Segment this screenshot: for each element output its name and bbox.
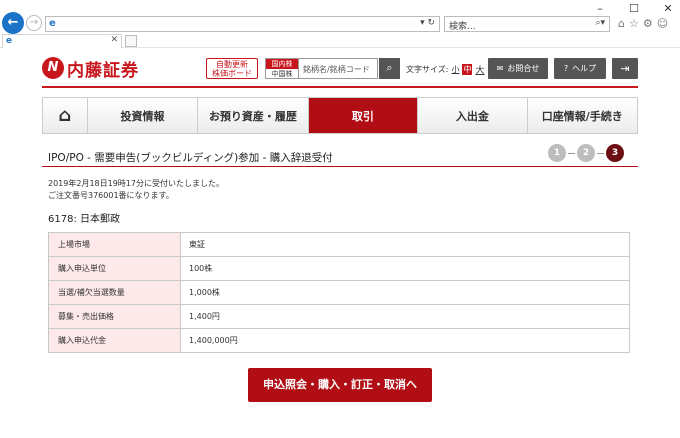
table-row: 購入申込代金 1,400,000円 — [48, 328, 630, 353]
close-tab-icon[interactable]: ✕ — [110, 35, 118, 45]
search-icon[interactable]: ⌕▾ — [595, 18, 605, 28]
browser-icons: ⌂ ☆ ⚙ ☺ — [618, 17, 668, 30]
stock-search-button[interactable]: ⌕ — [379, 58, 400, 79]
row-value: 1,000株 — [180, 280, 630, 305]
logout-icon: ⇥ — [620, 62, 630, 75]
table-row: 上場市場 東証 — [48, 232, 630, 257]
row-value: 1,400,000円 — [180, 328, 630, 353]
row-value: 東証 — [180, 232, 630, 257]
row-value: 100株 — [180, 256, 630, 281]
order-inquiry-button[interactable]: 申込照会・購入・訂正・取消へ — [248, 368, 432, 402]
row-value: 1,400円 — [180, 304, 630, 329]
step-separator — [597, 152, 604, 154]
logo-text: 内藤証券 — [67, 60, 139, 81]
order-info-table: 上場市場 東証 購入申込単位 100株 当選/補欠当選数量 1,000株 募集・… — [48, 232, 630, 353]
forward-arrow-icon[interactable]: → — [26, 15, 42, 31]
new-tab-button[interactable] — [125, 35, 137, 47]
row-label: 募集・売出価格 — [48, 304, 181, 329]
font-size-large[interactable]: 大 — [475, 63, 484, 76]
search-icon: ⌕ — [386, 61, 393, 74]
tab-row: e ✕ — [0, 34, 680, 48]
row-label: 購入申込単位 — [48, 256, 181, 281]
order-number-message: ご注文番号376001番になります。 — [48, 191, 174, 200]
font-size-small[interactable]: 小 — [451, 64, 459, 75]
logo-mark-icon: N — [42, 57, 64, 79]
acceptance-message: 2019年2月18日19時17分に受付いたしました。 — [48, 179, 224, 188]
auto-update-board-button[interactable]: 自動更新 株価ボード — [206, 58, 258, 79]
contact-button[interactable]: ✉ お問合せ — [488, 58, 548, 79]
table-row: 購入申込単位 100株 — [48, 256, 630, 281]
main-nav: ⌂ 投資情報 お預り資産・履歴 取引 入出金 口座情報/手続き — [42, 97, 638, 134]
stock-name: 6178: 日本郵政 — [48, 214, 120, 225]
maximize-icon[interactable]: ☐ — [628, 2, 640, 15]
stock-search-input[interactable]: 銘柄名/銘柄コード — [299, 58, 378, 79]
table-row: 当選/補欠当選数量 1,000株 — [48, 280, 630, 305]
nav-assets-history[interactable]: お預り資産・履歴 — [198, 98, 309, 133]
logout-button[interactable]: ⇥ — [612, 58, 638, 79]
envelope-icon: ✉ — [496, 64, 504, 73]
font-size-control: 文字サイズ: 小 中 大 — [406, 63, 484, 76]
contact-label: お問合せ — [507, 64, 540, 73]
title-underline — [42, 166, 638, 167]
market-china[interactable]: 中国株 — [266, 69, 298, 79]
ie-icon: e — [49, 18, 56, 29]
font-size-medium[interactable]: 中 — [462, 64, 473, 75]
nav-investment-info[interactable]: 投資情報 — [87, 98, 199, 133]
question-icon: ? — [563, 64, 569, 73]
browser-search-input[interactable]: 検索... ⌕▾ — [444, 16, 610, 32]
browser-search-placeholder: 検索... — [449, 22, 476, 32]
header-divider — [42, 86, 638, 88]
nav-home[interactable]: ⌂ — [43, 98, 88, 133]
address-bar[interactable]: e ▾ ↻ — [45, 16, 440, 32]
settings-gear-icon[interactable]: ⚙ — [643, 17, 653, 30]
back-arrow-icon[interactable]: ← — [2, 12, 24, 34]
auto-board-line1: 自動更新 — [216, 60, 248, 69]
window-controls: – ☐ ✕ — [594, 2, 674, 15]
row-label: 当選/補欠当選数量 — [48, 280, 181, 305]
font-size-label: 文字サイズ: — [406, 65, 449, 74]
step-3-current: 3 — [606, 144, 624, 162]
market-domestic[interactable]: 国内株 — [266, 59, 298, 69]
help-button[interactable]: ? ヘルプ — [554, 58, 606, 79]
table-row: 募集・売出価格 1,400円 — [48, 304, 630, 329]
page-title: IPO/PO - 需要申告(ブックビルディング)参加 - 購入辞退受付 — [48, 152, 333, 164]
ie-tab-icon: e — [6, 36, 13, 46]
nav-trade[interactable]: 取引 — [308, 98, 419, 133]
step-separator — [568, 152, 575, 154]
step-2: 2 — [577, 144, 595, 162]
home-icon[interactable]: ⌂ — [618, 17, 625, 30]
row-label: 購入申込代金 — [48, 328, 181, 353]
browser-tab[interactable]: e ✕ — [2, 34, 122, 48]
step-indicator: 1 2 3 — [548, 144, 624, 162]
row-label: 上場市場 — [48, 232, 181, 257]
address-tools[interactable]: ▾ ↻ — [420, 18, 435, 28]
home-icon: ⌂ — [58, 105, 72, 126]
site-logo[interactable]: N 内藤証券 — [42, 57, 139, 81]
nav-deposit-withdraw[interactable]: 入出金 — [418, 98, 528, 133]
close-icon[interactable]: ✕ — [662, 2, 674, 15]
help-label: ヘルプ — [572, 64, 597, 73]
nav-account-info[interactable]: 口座情報/手続き — [527, 98, 637, 133]
market-selector[interactable]: 国内株 中国株 — [265, 58, 299, 79]
favorites-star-icon[interactable]: ☆ — [629, 17, 639, 30]
browser-toolbar: – ☐ ✕ ← → e ▾ ↻ 検索... ⌕▾ ⌂ ☆ ⚙ ☺ — [0, 0, 680, 34]
step-1: 1 — [548, 144, 566, 162]
minimize-icon[interactable]: – — [594, 2, 606, 15]
smiley-icon[interactable]: ☺ — [657, 17, 668, 30]
auto-board-line2: 株価ボード — [212, 69, 252, 78]
